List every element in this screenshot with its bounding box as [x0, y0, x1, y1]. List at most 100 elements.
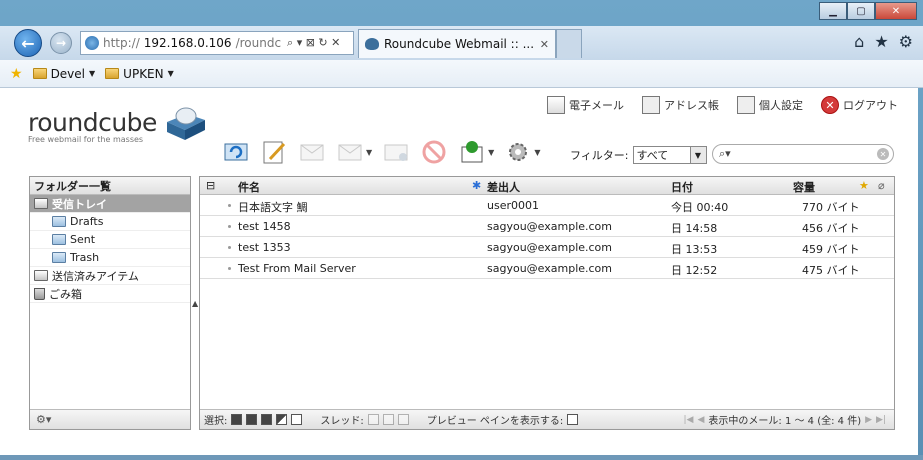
message-count-text: 表示中のメール: 1 〜 4 (全: 4 件) [708, 416, 862, 427]
collapse-arrow-icon[interactable]: ▲ [192, 299, 198, 308]
chevron-down-icon: ▼ [89, 69, 96, 78]
search-icon[interactable]: ⌕▾ [719, 147, 731, 161]
folder-inbox[interactable]: 受信トレイ [30, 195, 190, 213]
url-path: /roundc [235, 36, 282, 50]
unread-dot-icon [228, 225, 231, 228]
folder-icon [52, 252, 66, 263]
thread-list-icon[interactable] [367, 414, 379, 425]
select-unread-icon[interactable] [261, 414, 273, 425]
logout-icon: ✕ [821, 96, 839, 114]
column-date[interactable]: 日付 [671, 179, 693, 195]
first-page-icon[interactable]: |◀ [684, 415, 694, 425]
favorite-upken[interactable]: UPKEN ▼ [105, 67, 174, 81]
unread-dot-icon [228, 204, 231, 207]
preview-pane-checkbox[interactable] [567, 414, 579, 425]
tab-roundcube[interactable]: Roundcube Webmail :: ... ✕ [358, 29, 556, 58]
close-window-button[interactable]: ✕ [875, 2, 917, 20]
nav-settings-label: 個人設定 [759, 99, 803, 112]
folder-sent-items[interactable]: 送信済みアイテム [30, 267, 190, 285]
more-actions-button[interactable] [504, 138, 532, 166]
row-date: 今日 00:40 [671, 201, 729, 214]
nav-mail[interactable]: 電子メール [547, 96, 624, 114]
roundcube-logo[interactable]: roundcube Free webmail for the masses [28, 108, 157, 144]
favorites-star-icon[interactable]: ★ [874, 32, 888, 51]
row-from: sagyou@example.com [487, 220, 613, 233]
column-subject[interactable]: 件名 [238, 179, 260, 195]
folder-sent[interactable]: Sent [30, 231, 190, 249]
select-none-icon[interactable] [291, 414, 303, 425]
thread-collapse-icon[interactable] [397, 414, 409, 425]
favorites-add-star-icon[interactable]: ★ [10, 66, 23, 82]
trash-icon [34, 287, 45, 300]
last-page-icon[interactable]: ▶| [876, 415, 886, 425]
attachment-icon[interactable]: ⌀ [878, 179, 885, 192]
home-icon[interactable]: ⌂ [854, 32, 864, 51]
nav-settings[interactable]: 個人設定 [737, 96, 803, 114]
gear-icon [509, 143, 528, 161]
filter-label: フィルター: [570, 149, 629, 162]
prev-page-icon[interactable]: ◀ [697, 415, 704, 425]
folder-garbage[interactable]: ごみ箱 [30, 285, 190, 303]
minimize-button[interactable]: ▁ [819, 2, 847, 20]
column-from[interactable]: 差出人 [487, 179, 520, 195]
browser-tools: ⌂ ★ ⚙ [854, 32, 913, 51]
settings-gear-icon[interactable]: ⚙ [899, 32, 913, 51]
inbox-icon [34, 198, 48, 209]
filter-select[interactable]: すべて ▼ [632, 146, 707, 164]
next-page-icon[interactable]: ▶ [865, 415, 872, 425]
new-tab-button[interactable] [556, 29, 582, 58]
delete-button[interactable] [420, 138, 448, 166]
roundcube-tab-icon [365, 38, 379, 50]
flag-star-icon[interactable]: ★ [859, 179, 869, 192]
compose-button[interactable] [260, 138, 288, 166]
back-button[interactable]: ← [14, 29, 42, 57]
table-row[interactable]: test 1458 sagyou@example.com 日 14:58 456… [200, 216, 894, 237]
logo-text: roundcube [28, 108, 157, 137]
refresh-mail-icon [224, 143, 248, 161]
clear-search-icon[interactable]: ✕ [877, 148, 889, 160]
logo-subtitle: Free webmail for the masses [28, 135, 144, 144]
select-invert-icon[interactable] [276, 414, 288, 425]
reply-all-button[interactable] [336, 138, 364, 166]
row-date: 日 14:58 [671, 222, 718, 235]
reply-button[interactable] [298, 138, 326, 166]
table-row[interactable]: Test From Mail Server sagyou@example.com… [200, 258, 894, 279]
chevron-down-icon[interactable]: ▼ [534, 148, 540, 157]
search-box[interactable]: ⌕▾ ✕ [712, 144, 894, 164]
settings-icon [737, 96, 755, 114]
reply-icon [300, 144, 324, 161]
nav-logout[interactable]: ✕ ログアウト [821, 96, 898, 114]
maximize-button[interactable]: ▢ [847, 2, 875, 20]
forward-button[interactable]: → [50, 32, 72, 54]
list-options-icon[interactable]: ⊟ [206, 179, 215, 192]
chevron-down-icon[interactable]: ▼ [488, 148, 494, 157]
url-host: 192.168.0.106 [143, 36, 232, 50]
folder-actions-menu[interactable]: ⚙▾ [36, 413, 51, 426]
select-label: 選択: [204, 416, 228, 427]
folder-trash[interactable]: Trash [30, 249, 190, 267]
mark-button[interactable] [458, 138, 486, 166]
roundcube-cube-icon [167, 107, 205, 140]
column-size[interactable]: 容量 [793, 179, 815, 195]
delete-icon [422, 140, 446, 164]
forward-button-mail[interactable] [382, 138, 410, 166]
status-star-icon[interactable]: ✱ [472, 179, 481, 192]
message-list-footer: 選択: スレッド: プレビュー ペインを表示する: |◀ ◀ 表示中のメール: … [200, 409, 894, 429]
favorite-label: UPKEN [123, 66, 164, 81]
table-row[interactable]: 日本語文字 鯛 user0001 今日 00:40 770 バイト [200, 195, 894, 216]
folder-drafts[interactable]: Drafts [30, 213, 190, 231]
folder-icon [52, 216, 66, 227]
address-controls[interactable]: ⌕ ▾ ⊠ ↻ ✕ [287, 36, 340, 50]
favorite-label: Devel [50, 66, 86, 81]
check-mail-button[interactable] [222, 138, 250, 166]
table-row[interactable]: test 1353 sagyou@example.com 日 13:53 459… [200, 237, 894, 258]
address-bar[interactable]: http://192.168.0.106/roundc ⌕ ▾ ⊠ ↻ ✕ [80, 31, 354, 55]
chevron-down-icon[interactable]: ▼ [366, 148, 372, 157]
select-all-icon[interactable] [231, 414, 243, 425]
thread-expand-icon[interactable] [382, 414, 394, 425]
nav-addressbook[interactable]: アドレス帳 [642, 96, 719, 114]
tab-close-icon[interactable]: ✕ [540, 38, 549, 51]
select-page-icon[interactable] [246, 414, 258, 425]
favorite-devel[interactable]: Devel ▼ [32, 66, 96, 81]
favorites-bar: ★ Devel ▼ UPKEN ▼ [0, 60, 923, 88]
